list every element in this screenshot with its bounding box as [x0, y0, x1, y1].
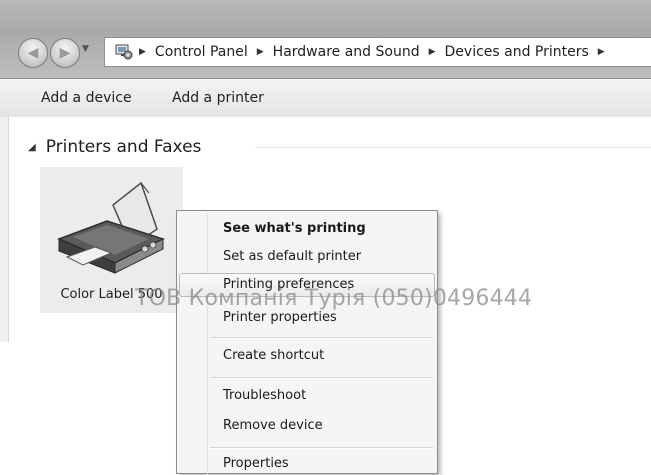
menu-item-properties[interactable]: Properties — [223, 456, 289, 471]
breadcrumb-separator-icon[interactable]: ▶ — [429, 47, 436, 57]
menu-icon-gutter — [207, 213, 208, 475]
navigation-bar: ◀ ▶ ▼ ▶ Control Panel ▶ Hardware and Sou… — [0, 0, 651, 78]
printers-group-header[interactable]: ◢ Printers and Faxes — [28, 137, 201, 157]
control-panel-icon — [115, 44, 133, 60]
address-bar[interactable]: ▶ Control Panel ▶ Hardware and Sound ▶ D… — [104, 37, 651, 67]
menu-separator — [210, 447, 433, 449]
add-printer-button[interactable]: Add a printer — [172, 90, 264, 106]
breadcrumb-separator-icon[interactable]: ▶ — [257, 47, 264, 57]
menu-item-create-shortcut[interactable]: Create shortcut — [223, 348, 324, 363]
navigation-pane-edge — [0, 117, 9, 342]
menu-item-printer-properties[interactable]: Printer properties — [223, 310, 337, 325]
menu-item-set-default-printer[interactable]: Set as default printer — [223, 249, 361, 264]
breadcrumb-hardware-and-sound[interactable]: Hardware and Sound — [273, 44, 420, 60]
back-arrow-icon: ◀ — [27, 45, 39, 61]
breadcrumb-separator-icon[interactable]: ▶ — [598, 47, 605, 57]
group-divider — [255, 147, 651, 148]
collapse-triangle-icon[interactable]: ◢ — [28, 142, 36, 153]
forward-button[interactable]: ▶ — [50, 38, 80, 68]
back-button[interactable]: ◀ — [18, 38, 48, 68]
menu-item-see-whats-printing[interactable]: See what's printing — [223, 221, 366, 236]
forward-arrow-icon: ▶ — [59, 45, 71, 61]
group-title: Printers and Faxes — [45, 137, 202, 157]
menu-separator — [210, 337, 433, 339]
menu-item-remove-device[interactable]: Remove device — [223, 418, 323, 433]
add-device-button[interactable]: Add a device — [41, 90, 132, 106]
recent-pages-dropdown-icon[interactable]: ▼ — [82, 44, 89, 54]
breadcrumb-separator-icon[interactable]: ▶ — [139, 47, 146, 57]
printer-icon — [56, 181, 165, 274]
context-menu: See what's printing Set as default print… — [176, 210, 438, 475]
menu-separator — [210, 377, 433, 379]
breadcrumb-devices-and-printers[interactable]: Devices and Printers — [445, 44, 589, 60]
breadcrumb-control-panel[interactable]: Control Panel — [155, 44, 248, 60]
watermark-text: ТОВ Компанія Турія (050)0496444 — [135, 286, 533, 311]
breadcrumb: ▶ Control Panel ▶ Hardware and Sound ▶ D… — [139, 38, 614, 66]
menu-item-troubleshoot[interactable]: Troubleshoot — [223, 388, 306, 403]
